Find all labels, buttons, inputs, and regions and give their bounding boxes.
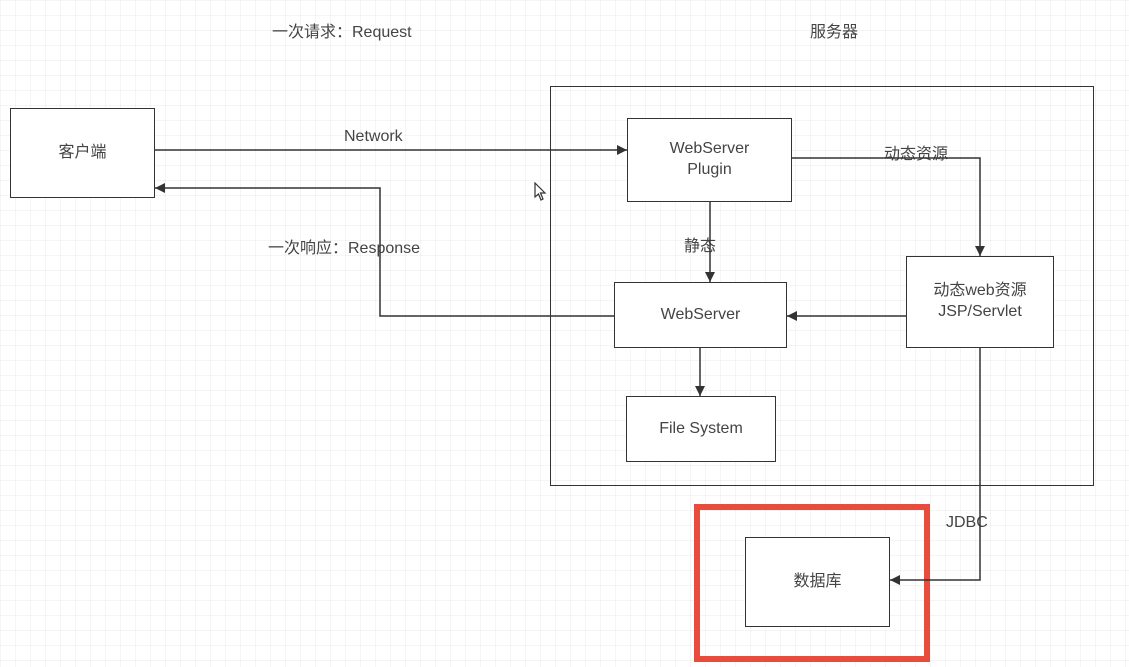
label-response: 一次响应：Response bbox=[268, 234, 420, 258]
box-dynamic-web-line2: JSP/Servlet bbox=[933, 302, 1026, 323]
box-filesystem-label: File System bbox=[659, 419, 743, 440]
box-filesystem: File System bbox=[626, 396, 776, 462]
label-jdbc: JDBC bbox=[946, 514, 988, 532]
label-dynamic-res: 动态资源 bbox=[884, 140, 948, 164]
diagram-stage: 一次请求：Request 服务器 客户端 WebServer Plugin We… bbox=[0, 0, 1129, 667]
cursor-icon bbox=[534, 182, 548, 202]
box-client-label: 客户端 bbox=[58, 143, 106, 164]
box-webserver-plugin-line2: Plugin bbox=[670, 160, 750, 181]
box-dynamic-web-line1: 动态web资源 bbox=[933, 281, 1026, 302]
box-dynamic-web: 动态web资源 JSP/Servlet bbox=[906, 256, 1054, 348]
box-webserver: WebServer bbox=[614, 282, 787, 348]
box-webserver-label: WebServer bbox=[661, 305, 741, 326]
label-network: Network bbox=[344, 128, 403, 146]
box-webserver-plugin-line1: WebServer bbox=[670, 139, 750, 160]
label-request: 一次请求：Request bbox=[272, 18, 412, 42]
box-client: 客户端 bbox=[10, 108, 155, 198]
label-static: 静态 bbox=[684, 232, 716, 256]
highlight-database bbox=[694, 504, 930, 662]
box-webserver-plugin: WebServer Plugin bbox=[627, 118, 792, 202]
label-server-title: 服务器 bbox=[810, 18, 858, 42]
